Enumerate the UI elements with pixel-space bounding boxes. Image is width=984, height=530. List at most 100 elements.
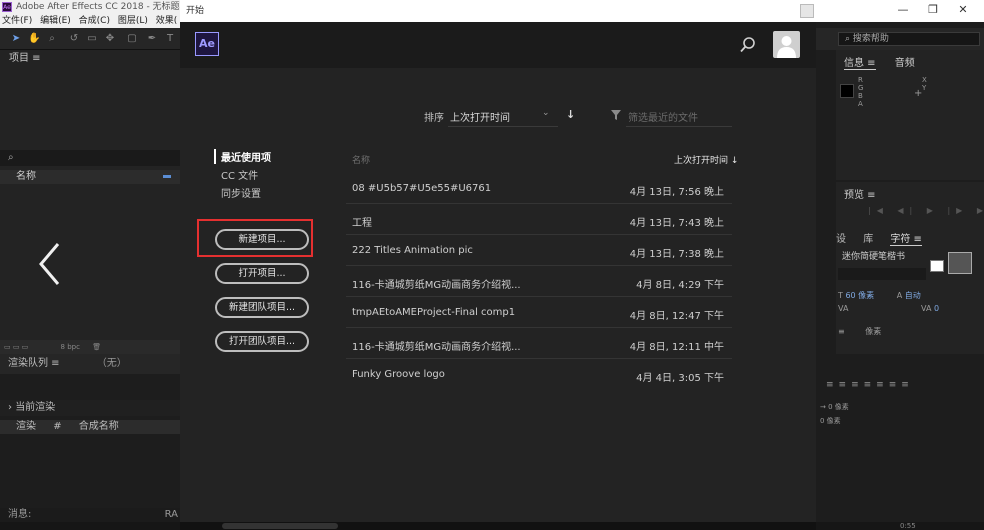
menu-layer[interactable]: 图层(L): [118, 16, 148, 26]
sort-direction-icon[interactable]: ↓: [566, 108, 575, 121]
recent-file-row[interactable]: 116-卡通城剪纸MG动画商务介绍视... 4月 8日, 4:29 下午: [346, 266, 732, 297]
help-search-placeholder: 搜索帮助: [852, 34, 889, 44]
search-icon[interactable]: [739, 36, 757, 54]
recent-file-name: 08 #U5b57#U5e55#U6761: [352, 183, 492, 194]
window-controls: — ❐ ✕: [816, 0, 984, 22]
help-search-input[interactable]: ⌕ 搜索帮助: [838, 32, 980, 46]
font-style-select[interactable]: [838, 268, 926, 280]
filter-underline: [626, 126, 732, 127]
tracking-value[interactable]: 0: [934, 304, 939, 313]
recent-file-name: 116-卡通城剪纸MG动画商务介绍视...: [352, 280, 521, 291]
user-avatar[interactable]: [773, 31, 800, 58]
font-family-select[interactable]: 迷你简硬笔楷书: [838, 250, 926, 264]
recent-col-last-opened[interactable]: 上次打开时间 ↓: [674, 153, 738, 166]
recent-file-row[interactable]: 工程 4月 13日, 7:43 晚上: [346, 204, 732, 235]
tab-info[interactable]: 信息 ≡: [844, 58, 876, 70]
recent-file-name: 工程: [352, 218, 372, 229]
maximize-icon[interactable]: ❐: [926, 3, 940, 16]
project-panel: [0, 50, 180, 340]
menu-effect[interactable]: 效果(: [156, 16, 178, 26]
tab-audio[interactable]: 音频: [895, 58, 915, 69]
nav-sync-settings[interactable]: 同步设置: [214, 185, 261, 200]
indent-row[interactable]: → 0 像素: [820, 400, 849, 414]
recent-file-row[interactable]: tmpAEtoAMEProject-Final comp1 4月 8日, 12:…: [346, 297, 732, 328]
render-queue-columns: 渲染 # 合成名称: [0, 420, 180, 434]
trash-icon[interactable]: 🗑: [92, 343, 101, 351]
selection-tool-icon[interactable]: ➤: [10, 33, 22, 45]
leading-icon: A: [896, 291, 903, 300]
zoom-tool-icon[interactable]: ⌕: [46, 33, 58, 45]
recent-file-row[interactable]: 116-卡通城剪纸MG动画商务介绍视... 4月 8日, 12:11 中午: [346, 328, 732, 359]
folder-icon[interactable]: ▭ ▭ ▭: [4, 343, 28, 351]
hand-tool-icon[interactable]: ✋: [28, 33, 40, 45]
paragraph-align-buttons[interactable]: ≡≡≡≡≡≡≡: [826, 380, 914, 390]
recent-file-name: 116-卡通城剪纸MG动画商务介绍视...: [352, 342, 521, 353]
rotate-tool-icon[interactable]: ↺: [68, 33, 80, 45]
status-ra: RA: [164, 509, 178, 520]
horizontal-scrollbar[interactable]: [180, 522, 816, 530]
fill-color-swatch[interactable]: [948, 252, 972, 274]
preview-playback-controls[interactable]: |◀ ◀| ▶ |▶ ▶|: [868, 206, 984, 215]
space-row[interactable]: 0 像素: [820, 414, 849, 428]
back-arrow-icon[interactable]: [38, 242, 62, 286]
minimize-icon[interactable]: —: [896, 3, 910, 16]
project-panel-title[interactable]: 项目 ≡: [0, 50, 180, 68]
info-y: Y: [922, 84, 927, 92]
tab-library[interactable]: 库: [863, 234, 873, 245]
preview-title[interactable]: 预览 ≡: [844, 186, 876, 201]
bpc-label[interactable]: 8 bpc: [61, 343, 80, 351]
new-team-project-button[interactable]: 新建团队项目...: [215, 297, 309, 318]
new-project-button[interactable]: 新建项目...: [215, 229, 309, 250]
recent-file-row[interactable]: 08 #U5b57#U5e55#U6761 4月 13日, 7:56 晚上: [346, 173, 732, 204]
filter-recent-files-input[interactable]: 筛选最近的文件: [628, 109, 698, 124]
project-search-input[interactable]: ⌕: [0, 150, 180, 166]
project-name-column[interactable]: 名称: [0, 170, 180, 184]
render-col-comp-name[interactable]: 合成名称: [79, 421, 119, 432]
render-col-render[interactable]: 渲染: [16, 421, 36, 432]
nav-cc-files[interactable]: CC 文件: [214, 167, 258, 182]
filter-icon: [611, 110, 621, 120]
render-queue-tab[interactable]: 渲染队列 ≡ （无）: [0, 354, 180, 374]
sort-select-value[interactable]: 上次打开时间: [450, 109, 510, 124]
menu-edit[interactable]: 编辑(E): [40, 16, 71, 26]
current-render-label: 当前渲染: [15, 402, 56, 413]
font-size-value[interactable]: 60 像素: [845, 291, 874, 300]
sort-label: 排序: [424, 113, 444, 124]
recent-file-row[interactable]: Funky Groove logo 4月 4日, 3:05 下午: [346, 359, 732, 390]
chevron-right-icon[interactable]: ›: [8, 402, 12, 413]
info-x: X: [922, 76, 927, 84]
render-col-number[interactable]: #: [53, 421, 61, 432]
tab-character[interactable]: 字符 ≡: [890, 234, 922, 246]
scrollbar-thumb[interactable]: [222, 523, 338, 529]
open-project-button[interactable]: 打开项目...: [215, 263, 309, 284]
leading-value[interactable]: 自动: [905, 291, 921, 300]
kerning-icon: VA: [838, 304, 849, 313]
open-team-project-button[interactable]: 打开团队项目...: [215, 331, 309, 352]
camera-tool-icon[interactable]: ▭: [86, 33, 98, 45]
recent-col-name[interactable]: 名称: [352, 153, 370, 166]
nav-recent[interactable]: 最近使用项: [214, 149, 271, 164]
stroke-width-unit[interactable]: 像素: [865, 327, 881, 336]
menu-composition[interactable]: 合成(C): [79, 16, 110, 26]
pan-tool-icon[interactable]: ✥: [104, 33, 116, 45]
tab-settings[interactable]: 设: [836, 234, 846, 245]
close-icon[interactable]: ✕: [956, 3, 970, 16]
dialog-minimize-button[interactable]: [800, 4, 814, 18]
menu-file[interactable]: 文件(F): [2, 16, 32, 26]
chevron-down-icon[interactable]: ⌄: [542, 108, 550, 118]
pen-tool-icon[interactable]: ✒: [146, 33, 158, 45]
text-tool-icon[interactable]: T: [164, 33, 176, 45]
text-color-swatches[interactable]: [930, 250, 976, 280]
render-queue-none: （无）: [96, 358, 127, 369]
stroke-color-swatch[interactable]: [930, 260, 944, 272]
crosshair-icon: +: [914, 88, 923, 99]
recent-file-name: tmpAEtoAMEProject-Final comp1: [352, 307, 516, 318]
app-title: Adobe After Effects CC 2018 - 无标题项: [16, 2, 180, 12]
info-color-swatch: [840, 84, 854, 98]
stroke-width-icon: ≡: [838, 327, 845, 336]
recent-file-row[interactable]: 222 Titles Animation pic 4月 13日, 7:38 晚上: [346, 235, 732, 266]
dialog-titlebar: 开始: [180, 0, 816, 22]
info-b: B: [858, 92, 863, 100]
mask-tool-icon[interactable]: ▢: [126, 33, 138, 45]
info-g: G: [858, 84, 864, 92]
